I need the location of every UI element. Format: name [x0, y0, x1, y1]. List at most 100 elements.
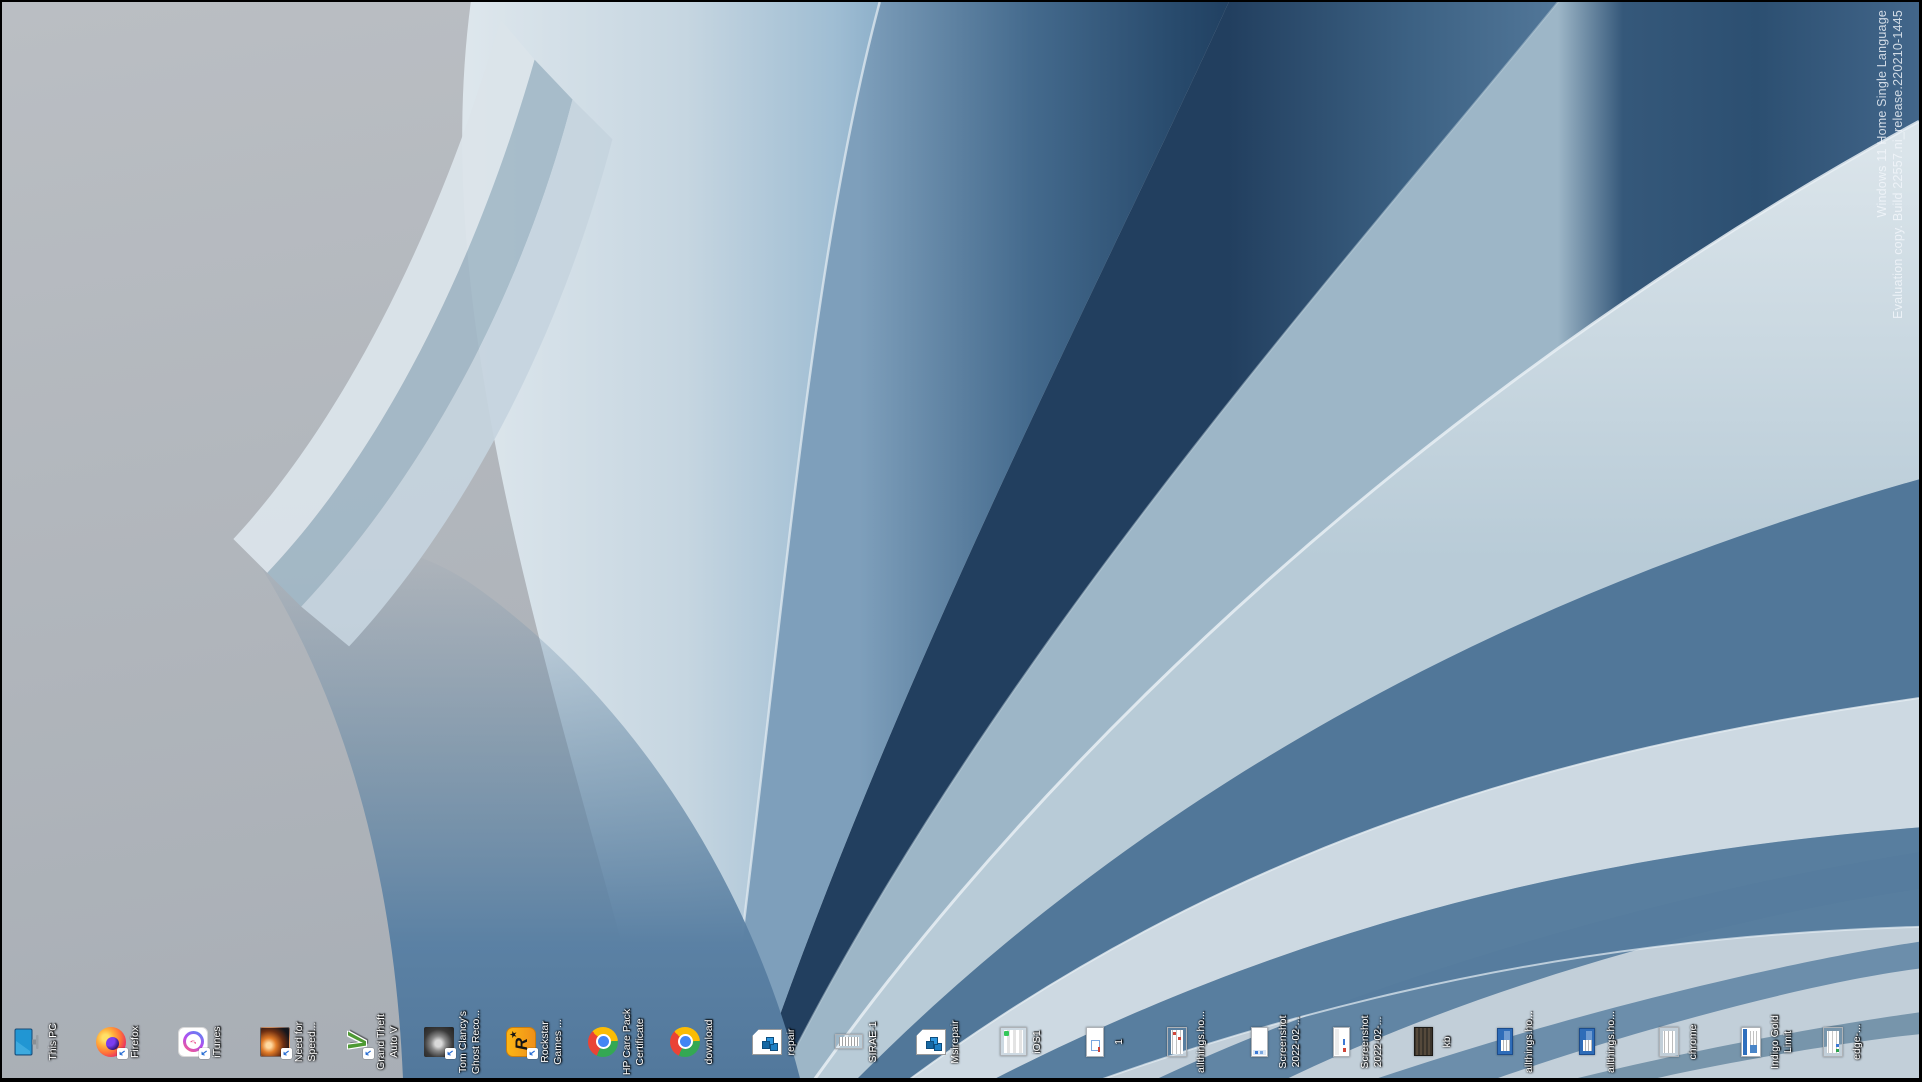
icon-label: allthings.ho... — [1195, 1006, 1208, 1078]
desktop-icon-chrome-20[interactable]: chrome — [1652, 1007, 1732, 1077]
chrome-icon-art — [670, 1027, 700, 1057]
desktop-icon-need-for-speed-3[interactable]: ↖Need for Speed... — [258, 1007, 338, 1077]
doc-icon — [1652, 1007, 1686, 1077]
kb-icon-art — [1414, 1028, 1433, 1057]
atblue-icon — [1570, 1007, 1604, 1077]
chrome-icon-art — [588, 1027, 618, 1057]
desktop-icon-hp-care-pack-certificate-7[interactable]: HP Care Pack Certificate — [586, 1007, 666, 1077]
desktop-icon-rockstar-games-6[interactable]: R★↖Rockstar Games ... — [504, 1007, 584, 1077]
desktop-icon-tom-clancy-s-ghost-reco-5[interactable]: ↖Tom Clancy's Ghost Reco... — [422, 1007, 502, 1077]
nfs-icon: ↖ — [258, 1007, 292, 1077]
icon-label: iOS1 — [1031, 1006, 1044, 1078]
chrome-icon — [586, 1007, 620, 1077]
msi-icon — [750, 1007, 784, 1077]
shortcut-arrow-icon: ↖ — [363, 1048, 374, 1059]
desktop-icon-allthings-ho-14[interactable]: allthings.ho... — [1160, 1007, 1240, 1077]
icon-label: Msirepair — [949, 1006, 962, 1078]
desktop-icon-screenshot-2022-02-15[interactable]: Screenshot 2022-02-... — [1242, 1007, 1322, 1077]
desktop-icon-kb-17[interactable]: kb — [1406, 1007, 1486, 1077]
rs-icon: R★↖ — [504, 1007, 538, 1077]
edge-icon — [1816, 1007, 1850, 1077]
desktop[interactable]: Windows 11 Home Single Language Evaluati… — [2, 2, 1919, 1078]
nfs-icon-art: ↖ — [260, 1027, 290, 1057]
desktop-icon-itunes-2[interactable]: ♪↖iTunes — [176, 1007, 256, 1077]
thispc-icon-art — [12, 1027, 46, 1057]
rs-icon-art: R★↖ — [506, 1027, 536, 1057]
icon-label: Screenshot 2022-02-... — [1359, 1006, 1385, 1078]
icon-label: kb — [1441, 1006, 1454, 1078]
icon-label: iTunes — [211, 1006, 224, 1078]
msi-icon-art — [916, 1029, 946, 1055]
icon-label: download — [703, 1006, 716, 1078]
shortcut-arrow-icon: ↖ — [445, 1048, 456, 1059]
desktop-icon-msirepair-11[interactable]: Msirepair — [914, 1007, 994, 1077]
indigo-icon-art — [1741, 1027, 1761, 1057]
docred-icon-art — [1167, 1027, 1187, 1057]
indigo-icon — [1734, 1007, 1768, 1077]
edge-icon-art — [1823, 1027, 1843, 1057]
desktop-icon-this-pc-0[interactable]: This PC — [12, 1007, 92, 1077]
icon-label: Firefox — [129, 1006, 142, 1078]
shortcut-arrow-icon: ↖ — [199, 1048, 210, 1059]
atblue-icon — [1488, 1007, 1522, 1077]
one-icon-art — [1086, 1027, 1104, 1057]
desktop-icon-edge-22[interactable]: edge-... — [1816, 1007, 1896, 1077]
desktop-icon-firefox-1[interactable]: ↖Firefox — [94, 1007, 174, 1077]
shortcut-arrow-icon: ↖ — [527, 1048, 538, 1059]
icon-label: repair — [785, 1006, 798, 1078]
icon-label: 1 — [1113, 1006, 1126, 1078]
it-icon: ♪↖ — [176, 1007, 210, 1077]
desktop-icon-indigo-gold-limit-21[interactable]: Indigo Gold Limit — [1734, 1007, 1814, 1077]
icon-label: Grand Theft Auto V — [375, 1006, 401, 1078]
tc-icon-art: ↖ — [424, 1027, 454, 1057]
desktop-icon-repair-9[interactable]: repair — [750, 1007, 830, 1077]
icon-label: HP Care Pack Certificate — [621, 1006, 647, 1078]
icon-label: Tom Clancy's Ghost Reco... — [457, 1006, 483, 1078]
fx-icon-art: ↖ — [96, 1027, 126, 1057]
ios-icon — [996, 1007, 1030, 1077]
shortcut-arrow-icon: ↖ — [281, 1048, 292, 1059]
gtav-icon-art: V↖ — [342, 1027, 372, 1057]
icon-label: allthings.ho... — [1605, 1006, 1618, 1078]
shot1-icon — [1242, 1007, 1276, 1077]
docred-icon — [1160, 1007, 1194, 1077]
icon-label: Screenshot 2022-02-... — [1277, 1006, 1303, 1078]
desktop-icon-download-8[interactable]: download — [668, 1007, 748, 1077]
msi-icon-art — [752, 1029, 782, 1055]
icon-label: This PC — [47, 1006, 60, 1078]
desktop-icon-sirae-1-10[interactable]: SIRAE-1 — [832, 1007, 912, 1077]
desktop-icon-1-13[interactable]: 1 — [1078, 1007, 1158, 1077]
doc-icon-art — [1659, 1027, 1679, 1057]
desktop-icon-allthings-ho-19[interactable]: allthings.ho... — [1570, 1007, 1650, 1077]
icon-label: edge-... — [1851, 1006, 1864, 1078]
shot2-icon-art — [1333, 1027, 1350, 1057]
atblue-icon-art — [1497, 1029, 1513, 1056]
atblue-icon-art — [1579, 1029, 1595, 1056]
txt-icon-art — [835, 1035, 863, 1050]
icon-label: Need for Speed... — [293, 1006, 319, 1078]
txt-icon — [832, 1007, 866, 1077]
icon-label: allthings.ho... — [1523, 1006, 1536, 1078]
tc-icon: ↖ — [422, 1007, 456, 1077]
ios-icon-art — [1000, 1028, 1027, 1057]
desktop-icon-screenshot-2022-02-16[interactable]: Screenshot 2022-02-... — [1324, 1007, 1404, 1077]
shot1-icon-art — [1251, 1027, 1268, 1057]
chrome-icon — [668, 1007, 702, 1077]
icon-label: Indigo Gold Limit — [1769, 1006, 1795, 1078]
icon-label: chrome — [1687, 1006, 1700, 1078]
desktop-icon-grand-theft-auto-v-4[interactable]: V↖Grand Theft Auto V — [340, 1007, 420, 1077]
gtav-icon: V↖ — [340, 1007, 374, 1077]
fx-icon: ↖ — [94, 1007, 128, 1077]
shortcut-arrow-icon: ↖ — [117, 1048, 128, 1059]
it-icon-art: ♪↖ — [178, 1027, 208, 1057]
one-icon — [1078, 1007, 1112, 1077]
wallpaper — [2, 2, 1919, 1078]
msi-icon — [914, 1007, 948, 1077]
desktop-icon-allthings-ho-18[interactable]: allthings.ho... — [1488, 1007, 1568, 1077]
thispc-icon — [12, 1007, 46, 1077]
icon-label: Rockstar Games ... — [539, 1006, 565, 1078]
kb-icon — [1406, 1007, 1440, 1077]
icon-label: SIRAE-1 — [867, 1006, 880, 1078]
desktop-icon-ios1-12[interactable]: iOS1 — [996, 1007, 1076, 1077]
shot2-icon — [1324, 1007, 1358, 1077]
